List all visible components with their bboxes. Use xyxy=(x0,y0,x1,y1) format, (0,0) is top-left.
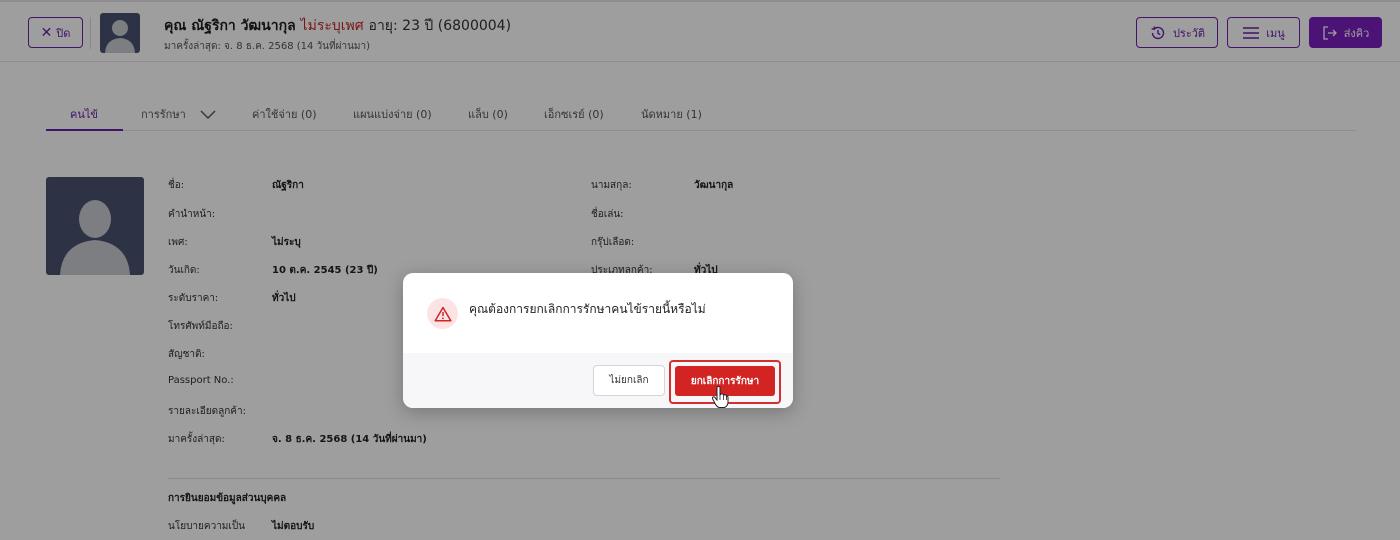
hand-cursor-icon xyxy=(711,386,729,408)
modal-overlay[interactable] xyxy=(0,0,1400,540)
keep-treatment-button[interactable]: ไม่ยกเลิก xyxy=(593,365,665,396)
dialog-footer: ไม่ยกเลิก ยกเลิกการรักษา xyxy=(403,353,793,408)
dialog-message: คุณต้องการยกเลิกการรักษาคนไข้รายนี้หรือไ… xyxy=(469,302,706,316)
cancel-treatment-dialog: คุณต้องการยกเลิกการรักษาคนไข้รายนี้หรือไ… xyxy=(403,273,793,408)
warning-icon xyxy=(427,298,458,329)
